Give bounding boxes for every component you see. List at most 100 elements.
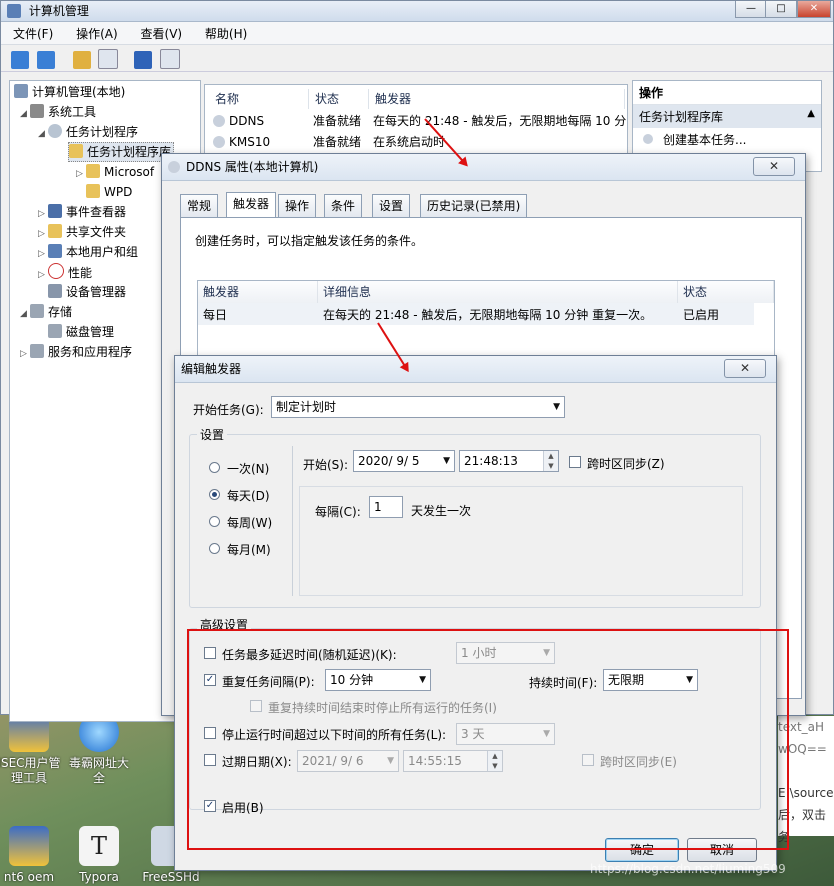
start-time-field[interactable]: 21:48:13 ▲ ▼ [459, 450, 559, 472]
table-row[interactable]: 每日 在每天的 21:48 - 触发后，无限期地每隔 10 分钟 重复一次。 已… [198, 303, 754, 325]
task-icon [213, 115, 225, 127]
tree-item-system-tools[interactable]: ◢ 系统工具 [20, 103, 96, 121]
tree-item-shared-folders[interactable]: ▷ 共享文件夹 [38, 223, 126, 241]
task-icon [213, 136, 225, 148]
task-name: DDNS [229, 114, 265, 128]
close-button[interactable]: ✕ [797, 1, 831, 18]
column-header-trigger[interactable]: 触发器 [369, 89, 625, 109]
tree-item-event-viewer[interactable]: ▷ 事件查看器 [38, 203, 126, 221]
collapse-arrow-icon[interactable]: ▲ [807, 108, 815, 119]
grid-header-status[interactable]: 状态 [678, 281, 774, 303]
maximize-button[interactable]: □ [765, 1, 797, 18]
recur-every-label: 每隔(C): [315, 505, 361, 519]
chevron-down-icon: ▼ [443, 456, 450, 466]
shared-folder-icon [48, 224, 62, 238]
minimize-button[interactable]: — [735, 1, 767, 18]
window-titlebar: 计算机管理 — □ ✕ [1, 1, 833, 22]
action-create-basic-task[interactable]: 创建基本任务... [633, 128, 821, 151]
collapsed-arrow-icon[interactable]: ▷ [20, 345, 30, 363]
close-button[interactable]: ✕ [724, 359, 766, 378]
tree-item-task-scheduler[interactable]: ◢ 任务计划程序 [38, 123, 138, 141]
table-row[interactable]: KMS10 准备就绪 在系统启动时 [213, 132, 445, 152]
tree-item-task-library[interactable]: 任务计划程序库 [68, 142, 175, 162]
tab-history[interactable]: 历史记录(已禁用) [420, 194, 528, 217]
help-icon[interactable] [134, 51, 153, 69]
desktop-icon-isec[interactable]: ISEC用户管理工具 [0, 712, 64, 786]
tree-item-performance[interactable]: ▷ 性能 [38, 263, 92, 281]
forward-icon[interactable] [36, 51, 55, 69]
show-action-pane-icon[interactable] [160, 49, 181, 69]
tree-item-label: Microsof [104, 165, 155, 179]
collapsed-arrow-icon[interactable]: ▷ [76, 165, 86, 183]
tree-item-microsoft[interactable]: ▷ Microsof [76, 163, 154, 181]
tree-item-disk-management[interactable]: 磁盘管理 [48, 323, 114, 341]
start-date-picker[interactable]: 2020/ 9/ 5 ▼ [353, 450, 455, 472]
tree-item-device-manager[interactable]: 设备管理器 [48, 283, 126, 301]
desktop-icon-ie[interactable]: 毒霸网址大全 [64, 712, 134, 786]
start-label: 开始(S): [303, 458, 349, 472]
radio-once[interactable] [209, 462, 220, 473]
column-header-name[interactable]: 名称 [209, 89, 309, 109]
close-button[interactable]: ✕ [753, 157, 795, 176]
spinner-icon[interactable]: ▲ ▼ [543, 451, 558, 471]
collapsed-arrow-icon[interactable]: ▷ [38, 266, 48, 284]
column-header-status[interactable]: 状态 [309, 89, 369, 109]
radio-once-label: 一次(N) [227, 462, 270, 476]
recur-every-suffix: 天发生一次 [411, 504, 472, 518]
up-folder-icon[interactable] [72, 51, 91, 69]
table-row[interactable]: DDNS 准备就绪 在每天的 21:48 - 触发后，无限期地每隔 10 分 [213, 111, 626, 131]
collapsed-arrow-icon[interactable]: ▷ [38, 245, 48, 263]
task-name: KMS10 [229, 135, 271, 149]
dialog-titlebar: 编辑触发器 ✕ [175, 356, 776, 383]
tree-item-services-apps[interactable]: ▷ 服务和应用程序 [20, 343, 132, 361]
tree-item-wpd[interactable]: WPD [86, 183, 132, 201]
sync-timezone-checkbox[interactable] [569, 456, 581, 468]
recurrence-box [299, 486, 743, 596]
tab-triggers[interactable]: 触发器 [226, 192, 277, 217]
radio-daily[interactable] [209, 489, 220, 500]
disk-icon [48, 324, 62, 338]
tools-icon [30, 104, 44, 118]
tab-conditions[interactable]: 条件 [324, 194, 363, 217]
collapsed-arrow-icon[interactable]: ▷ [38, 205, 48, 223]
dialog-titlebar: DDNS 属性(本地计算机) ✕ [162, 154, 805, 181]
task-trigger: 在每天的 21:48 - 触发后，无限期地每隔 10 分 [373, 114, 627, 128]
actions-section[interactable]: 任务计划程序库 ▲ [633, 105, 821, 128]
grid-header-details[interactable]: 详细信息 [318, 281, 678, 303]
begin-task-select[interactable]: 制定计划时 ▼ [271, 396, 565, 418]
desktop-icon-nt6[interactable]: nt6 oem [0, 826, 64, 885]
radio-monthly[interactable] [209, 543, 220, 554]
tree-item-computer-management[interactable]: 计算机管理(本地) [14, 83, 125, 101]
tab-actions[interactable]: 操作 [278, 194, 317, 217]
menu-file[interactable]: 文件(F) [1, 22, 60, 42]
show-hide-tree-icon[interactable] [98, 49, 119, 69]
tree-item-local-users[interactable]: ▷ 本地用户和组 [38, 243, 138, 261]
storage-icon [30, 304, 44, 318]
radio-daily-label: 每天(D) [227, 489, 270, 503]
collapsed-arrow-icon[interactable]: ▷ [38, 225, 48, 243]
recur-every-input[interactable]: 1 [369, 496, 403, 518]
desktop-icon-typora[interactable]: T Typora [64, 826, 134, 885]
expanded-arrow-icon[interactable]: ◢ [20, 305, 30, 323]
menu-help[interactable]: 帮助(H) [193, 22, 254, 42]
tab-general[interactable]: 常规 [180, 194, 219, 217]
watermark-text: https://blog.csdn.net/liuming509 [590, 862, 786, 876]
tree-item-storage[interactable]: ◢ 存储 [20, 303, 72, 321]
expanded-arrow-icon[interactable]: ◢ [20, 105, 30, 123]
tree-item-label: 服务和应用程序 [48, 345, 133, 359]
menu-view[interactable]: 查看(V) [129, 22, 190, 42]
typora-icon: T [79, 826, 119, 866]
services-icon [30, 344, 44, 358]
window-title: 计算机管理 [28, 4, 89, 18]
tab-settings[interactable]: 设置 [372, 194, 411, 217]
back-icon[interactable] [11, 51, 29, 69]
dialog-title: DDNS 属性(本地计算机) [186, 160, 319, 174]
expanded-arrow-icon[interactable]: ◢ [38, 125, 48, 143]
radio-monthly-label: 每月(M) [227, 543, 271, 557]
users-icon [48, 244, 62, 258]
grid-header-trigger[interactable]: 触发器 [198, 281, 318, 303]
menu-action[interactable]: 操作(A) [64, 22, 125, 42]
radio-weekly[interactable] [209, 516, 220, 527]
tree-item-label: 设备管理器 [66, 285, 127, 299]
desktop-icon-label: nt6 oem [3, 870, 55, 884]
